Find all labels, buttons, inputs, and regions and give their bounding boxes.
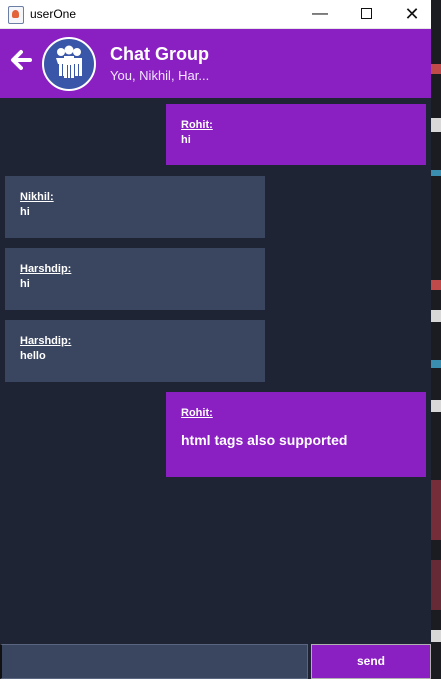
group-people-icon [56,45,82,78]
message-bubble: Harshdip: hello [5,320,265,382]
message-text: hi [181,134,191,146]
chat-header: Chat Group You, Nikhil, Har... [0,29,431,98]
message-bubble: Rohit: html tags also supported [166,392,426,477]
message-sender: Rohit: [181,119,213,131]
message-composer: send [0,643,431,679]
arrow-left-icon[interactable] [6,45,36,75]
group-title: Chat Group [110,44,209,64]
maximize-button[interactable] [343,0,389,28]
window-titlebar[interactable]: userOne — ✕ [0,0,431,29]
chat-window: userOne — ✕ Chat Group You, Nikhil, Har.… [0,0,431,679]
message-text: hi [20,278,30,290]
message-text: hi [20,206,30,218]
send-button[interactable]: send [311,644,431,679]
minimize-button[interactable]: — [297,0,343,28]
java-app-icon [8,6,24,24]
message-input[interactable] [0,644,308,679]
message-bubble: Harshdip: hi [5,248,265,310]
message-sender: Harshdip: [20,263,72,275]
message-bubble: Nikhil: hi [5,176,265,238]
group-members: You, Nikhil, Har... [110,68,210,83]
message-sender: Nikhil: [20,191,54,203]
maximize-icon [360,8,372,20]
message-text: hello [20,350,46,362]
message-sender: Rohit: [181,407,213,419]
message-bubble: Rohit: hi [166,104,426,165]
background-window-edge [431,0,441,679]
group-avatar[interactable] [42,37,96,91]
message-sender: Harshdip: [20,335,72,347]
close-button[interactable]: ✕ [389,0,431,28]
message-list[interactable]: Rohit: hi Nikhil: hi Harshdip: hi Harshd… [0,98,431,643]
message-text: html tags also supported [181,432,348,448]
window-title: userOne [30,7,77,21]
